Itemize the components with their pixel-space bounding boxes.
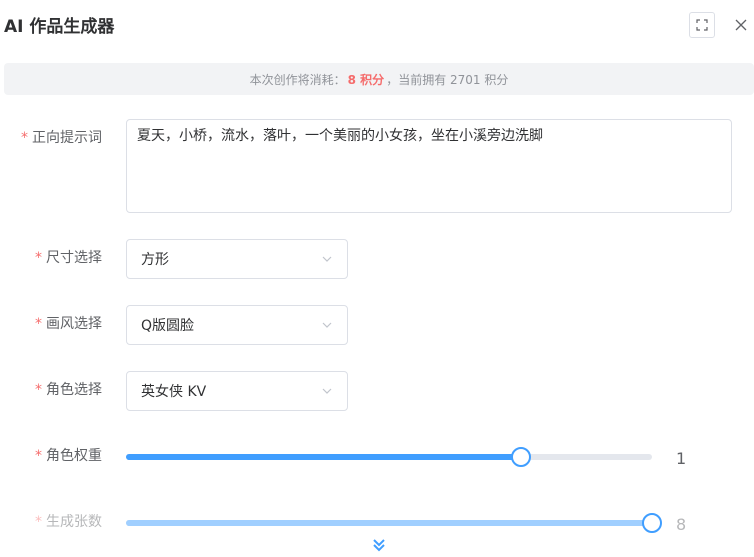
size-select-value: 方形 bbox=[141, 252, 169, 268]
size-select[interactable]: 方形 bbox=[126, 239, 348, 279]
count-slider-handle[interactable] bbox=[642, 513, 662, 533]
character-select-value: 英女侠 KV bbox=[141, 384, 207, 400]
weight-value: 1 bbox=[676, 449, 687, 468]
prompt-textarea[interactable]: 夏天，小桥，流水，落叶，一个美丽的小女孩，坐在小溪旁边洗脚 bbox=[126, 119, 732, 213]
fullscreen-icon bbox=[696, 19, 708, 31]
cost-value: 8 积分 bbox=[347, 72, 385, 87]
close-button[interactable] bbox=[728, 12, 754, 38]
size-label-text: 尺寸选择 bbox=[46, 250, 102, 266]
character-label-text: 角色选择 bbox=[46, 382, 102, 398]
close-icon bbox=[735, 19, 747, 31]
style-select[interactable]: Q版圆脸 bbox=[126, 305, 348, 345]
chevron-down-icon bbox=[322, 388, 332, 394]
style-label-text: 画风选择 bbox=[46, 316, 102, 332]
weight-slider-fill bbox=[126, 454, 521, 460]
count-label-text: 生成张数 bbox=[46, 514, 102, 530]
character-label: * 角色选择 bbox=[0, 379, 102, 399]
cost-suffix: ，当前拥有 2701 积分 bbox=[386, 72, 509, 87]
prompt-label: * 正向提示词 bbox=[0, 127, 102, 147]
required-mark: * bbox=[35, 382, 42, 398]
required-mark: * bbox=[35, 250, 42, 266]
chevron-down-icon bbox=[322, 322, 332, 328]
weight-label: * 角色权重 bbox=[0, 445, 102, 465]
count-value: 8 bbox=[676, 515, 687, 534]
dialog-title: AI 作品生成器 bbox=[4, 17, 115, 37]
count-label: * 生成张数 bbox=[0, 511, 102, 531]
size-label: * 尺寸选择 bbox=[0, 247, 102, 267]
required-mark: * bbox=[35, 448, 42, 464]
prompt-label-text: 正向提示词 bbox=[32, 130, 102, 146]
required-mark: * bbox=[35, 316, 42, 332]
count-slider-fill bbox=[126, 520, 652, 526]
expand-more-button[interactable] bbox=[371, 537, 387, 557]
double-chevron-down-icon bbox=[373, 539, 385, 552]
cost-info-bar: 本次创作将消耗： 8 积分 ，当前拥有 2701 积分 bbox=[4, 63, 754, 95]
weight-slider[interactable] bbox=[126, 447, 652, 467]
weight-slider-handle[interactable] bbox=[510, 447, 531, 467]
weight-label-text: 角色权重 bbox=[46, 448, 102, 464]
required-mark: * bbox=[35, 514, 42, 530]
fullscreen-button[interactable] bbox=[689, 12, 715, 38]
character-select[interactable]: 英女侠 KV bbox=[126, 371, 348, 411]
cost-prefix: 本次创作将消耗： bbox=[249, 72, 346, 87]
style-label: * 画风选择 bbox=[0, 313, 102, 333]
chevron-down-icon bbox=[322, 256, 332, 262]
required-mark: * bbox=[21, 130, 28, 146]
style-select-value: Q版圆脸 bbox=[141, 318, 195, 334]
count-slider[interactable] bbox=[126, 513, 662, 533]
